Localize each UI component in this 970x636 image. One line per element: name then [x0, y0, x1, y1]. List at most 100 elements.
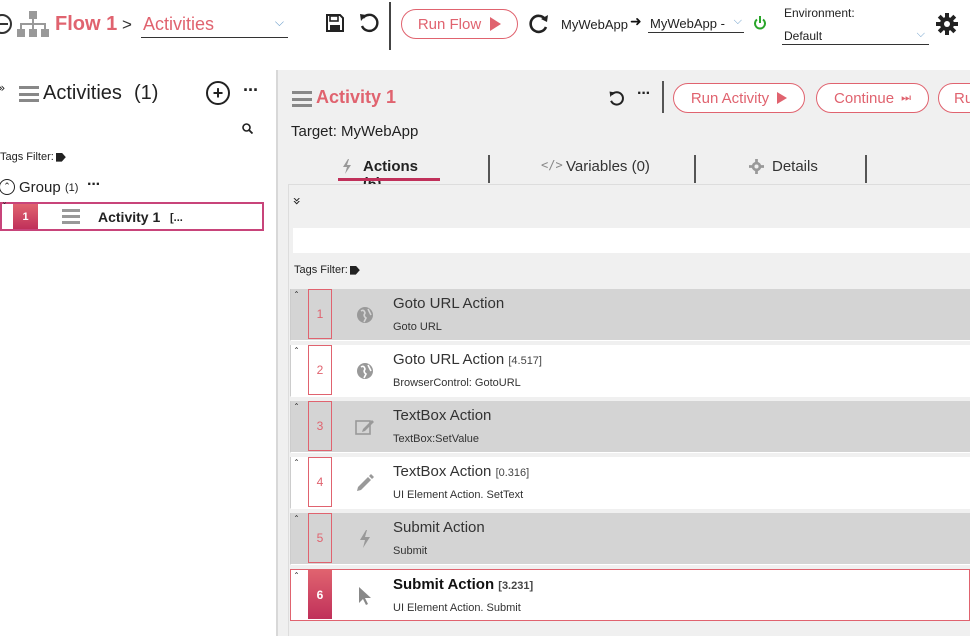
cursor-icon: [359, 587, 371, 605]
action-row[interactable]: ˆ 4 TextBox Action [0.316] UI Element Ac…: [290, 457, 970, 509]
collapse-chevron-icon[interactable]: ˆ: [294, 515, 299, 526]
tags-filter-label: Tags Filter:: [0, 151, 66, 163]
collapse-chevron-icon[interactable]: ˆ: [294, 347, 299, 358]
run-flow-label: Run Flow: [417, 15, 482, 33]
collapse-chevron-icon[interactable]: ˆ: [294, 291, 299, 302]
refresh-icon[interactable]: [528, 13, 550, 35]
action-number-text: 3: [316, 419, 324, 433]
hamburger-icon: [292, 91, 312, 107]
code-icon: </>: [541, 158, 563, 172]
run-flow-button[interactable]: Run Flow: [401, 9, 518, 39]
undo-icon[interactable]: [608, 90, 625, 107]
run-activity-label: Run Activity: [690, 89, 770, 107]
tag-icon[interactable]: [55, 152, 66, 162]
next-toolbar-button-label: Ru: [954, 89, 970, 107]
action-number: 2: [308, 345, 332, 395]
activities-title: Activities: [43, 82, 122, 104]
run-activity-button[interactable]: Run Activity: [673, 83, 805, 113]
globe-icon: [357, 363, 373, 379]
activity-list-item[interactable]: ˇ 1 Activity 1 [...: [0, 202, 264, 231]
action-number: 4: [308, 457, 332, 507]
actions-search-input[interactable]: [293, 228, 970, 253]
drag-handle-icon[interactable]: [62, 209, 80, 225]
action-row[interactable]: ˆ 3 TextBox Action TextBox:SetValue: [290, 401, 970, 453]
globe-icon: [357, 307, 373, 323]
active-tab-indicator: [338, 178, 440, 181]
more-options-icon[interactable]: ···: [637, 85, 651, 103]
tags-filter-text: Tags Filter:: [294, 264, 348, 276]
action-elapsed-time: [3.231]: [498, 580, 534, 592]
action-number-text: 5: [316, 531, 324, 545]
action-row-selected[interactable]: ˆ 6 Submit Action [3.231] UI Element Act…: [290, 569, 970, 621]
collapse-chevron-icon[interactable]: ˆ: [294, 572, 299, 583]
tag-icon[interactable]: [349, 265, 360, 275]
expand-all-icon[interactable]: »: [0, 81, 5, 95]
continue-label: Continue: [834, 89, 895, 107]
target-app-select-value: MyWebApp -: [650, 16, 725, 31]
action-title: TextBox Action [0.316]: [393, 463, 529, 480]
tab-details-label: Details: [772, 158, 818, 175]
activity-title: Activity 1: [316, 87, 397, 107]
action-row[interactable]: ˆ 2 Goto URL Action [4.517] BrowserContr…: [290, 345, 970, 397]
action-number: 3: [308, 401, 332, 451]
activity-name: Activity 1: [98, 209, 161, 225]
action-description: UI Element Action. Submit: [393, 602, 521, 614]
action-title: Submit Action [3.231]: [393, 576, 533, 593]
activities-search-input[interactable]: [0, 117, 262, 141]
tab-variables-label: Variables (0): [566, 158, 650, 175]
action-title: Goto URL Action [4.517]: [393, 351, 542, 368]
search-icon[interactable]: [242, 123, 253, 134]
arrow-right-icon: ➜: [630, 14, 642, 30]
action-description: Goto URL: [393, 321, 442, 333]
action-number: 5: [308, 513, 332, 563]
tab-separator: [488, 155, 490, 183]
next-toolbar-button[interactable]: Ru: [938, 83, 970, 113]
collapse-chevron-icon[interactable]: ˇ: [2, 202, 7, 213]
breadcrumb-flow[interactable]: Flow 1: [55, 13, 117, 36]
breadcrumb-section-select[interactable]: Activities ⌵: [141, 13, 288, 38]
group-label[interactable]: Group: [19, 179, 61, 196]
group-count: (1): [65, 182, 79, 194]
chevron-down-icon: ⌵: [916, 27, 925, 40]
undo-icon[interactable]: [358, 12, 380, 34]
activity-target: Target: MyWebApp: [291, 123, 419, 140]
action-title-text: Submit Action: [393, 519, 485, 536]
tab-actions[interactable]: Actions (6): [338, 158, 440, 192]
chevron-down-icon: ⌵: [274, 15, 284, 29]
activity-number: 1: [22, 210, 29, 223]
activity-name-suffix: [...: [170, 212, 183, 224]
environment-select[interactable]: Default ⌵: [782, 27, 929, 45]
toolbar-divider: [662, 81, 664, 113]
action-row[interactable]: ˆ 5 Submit Action Submit: [290, 513, 970, 565]
target-app-select[interactable]: MyWebApp - ⌵: [648, 14, 744, 33]
collapse-chevron-icon[interactable]: ˆ: [294, 403, 299, 414]
tab-variables[interactable]: </> Variables (0): [541, 158, 651, 180]
chevron-down-icon: ⌵: [733, 14, 742, 27]
group-more-icon[interactable]: ···: [87, 176, 101, 194]
action-row[interactable]: ˆ 1 Goto URL Action Goto URL: [290, 289, 970, 341]
group-collapse-icon[interactable]: ⌃: [0, 179, 15, 195]
add-activity-button[interactable]: +: [206, 81, 230, 105]
power-icon[interactable]: [753, 16, 767, 30]
action-title-text: Goto URL Action: [393, 295, 505, 312]
action-title: TextBox Action: [393, 407, 491, 424]
tab-details[interactable]: Details: [749, 158, 824, 180]
save-icon[interactable]: [325, 13, 345, 33]
toolbar-divider: [389, 2, 391, 50]
hamburger-icon: [19, 86, 39, 102]
top-toolbar: Flow 1 > Activities ⌵ Run Flow MyWebApp …: [0, 0, 970, 50]
action-number-text: 2: [316, 363, 324, 377]
more-options-icon[interactable]: ···: [243, 80, 259, 101]
gear-icon[interactable]: [936, 13, 958, 35]
environment-label: Environment:: [784, 6, 855, 20]
lightning-icon: [343, 159, 351, 174]
collapse-chevron-icon[interactable]: ˆ: [294, 459, 299, 470]
action-number: 1: [308, 289, 332, 339]
action-title-text: TextBox Action: [393, 463, 492, 480]
continue-button[interactable]: Continue ⏭: [816, 83, 929, 113]
action-elapsed-time: [4.517]: [508, 355, 542, 367]
expand-all-icon[interactable]: »: [288, 197, 304, 206]
activity-number-badge: 1: [13, 204, 38, 229]
fast-forward-icon: ⏭: [901, 91, 911, 104]
activities-count: (1): [134, 82, 159, 104]
